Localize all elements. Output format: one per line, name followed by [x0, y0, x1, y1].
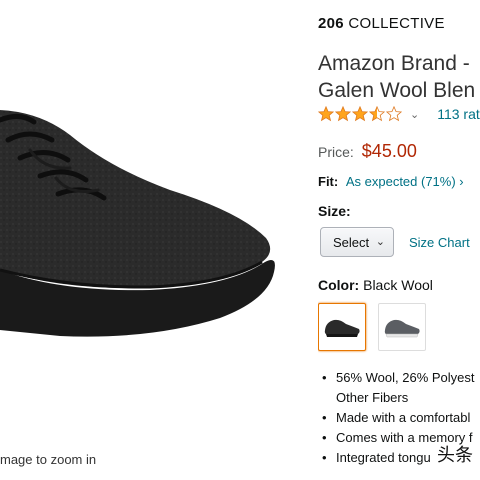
rating-row: ⌄ 113 rat: [318, 105, 480, 123]
color-value: Black Wool: [363, 277, 433, 293]
watermark: 头条: [437, 445, 473, 465]
fit-link[interactable]: As expected (71%) ›: [346, 174, 464, 189]
price-label: Price:: [318, 144, 354, 160]
star-icon: [352, 106, 368, 122]
star-rating[interactable]: [318, 106, 402, 122]
feature-bullet: 56% Wool, 26% Polyest Other Fibers: [320, 368, 475, 408]
product-image-pane[interactable]: mage to zoom in: [0, 0, 300, 480]
zoom-hint: mage to zoom in: [0, 452, 97, 467]
size-select-value: Select: [333, 234, 370, 250]
brand-bold: 206: [318, 15, 344, 32]
color-row: Color: Black Wool: [318, 277, 433, 293]
title-line-1: Amazon Brand -: [318, 52, 470, 75]
empty-star-icon: [386, 106, 402, 122]
chevron-down-icon: ⌄: [375, 236, 385, 248]
star-icon: [335, 106, 351, 122]
price-row: Price: $45.00: [318, 141, 417, 162]
feature-bullet: Made with a comfortabl: [320, 408, 475, 428]
size-select[interactable]: Select ⌄: [320, 227, 394, 257]
swatch-grey-wool[interactable]: [378, 303, 426, 351]
chevron-down-icon[interactable]: ⌄: [410, 108, 419, 121]
product-details: 206 COLLECTIVE Amazon Brand - Galen Wool…: [318, 0, 480, 480]
grey-shoe-thumbnail: [384, 319, 420, 338]
fit-row: Fit: As expected (71%) ›: [318, 174, 464, 189]
product-title: Amazon Brand - Galen Wool Blen: [318, 50, 475, 104]
size-label: Size:: [318, 203, 351, 219]
price-value: $45.00: [361, 141, 417, 161]
brand-rest: COLLECTIVE: [348, 15, 445, 32]
fit-label: Fit:: [318, 174, 339, 189]
swatch-black-wool[interactable]: [318, 303, 366, 351]
star-icon: [318, 106, 334, 122]
product-image[interactable]: [0, 0, 300, 480]
size-chart-link[interactable]: Size Chart: [409, 235, 470, 250]
ratings-count-link[interactable]: 113 rat: [437, 106, 480, 122]
black-shoe-thumbnail: [324, 319, 360, 337]
brand-link[interactable]: 206 COLLECTIVE: [318, 15, 445, 32]
title-line-2: Galen Wool Blen: [318, 79, 476, 102]
half-star-icon: [369, 106, 385, 122]
color-label: Color:: [318, 277, 360, 293]
